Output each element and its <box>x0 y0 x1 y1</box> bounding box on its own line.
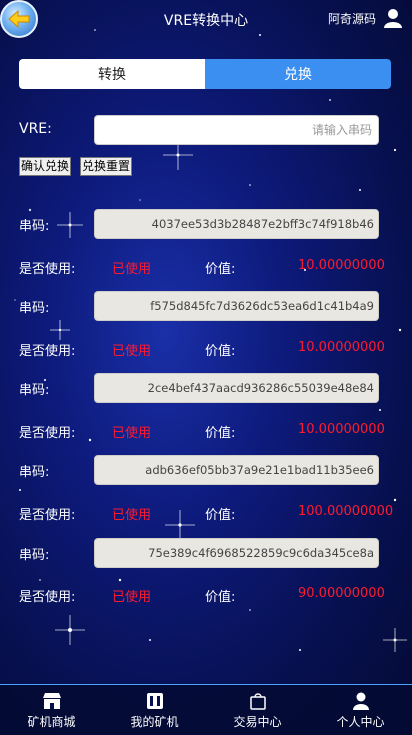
mode-segmented-control: 转换 兑换 <box>19 59 391 89</box>
vre-label: VRE: <box>19 121 52 137</box>
store-icon <box>42 693 61 709</box>
vre-code-input[interactable] <box>94 115 379 145</box>
used-label: 是否使用: <box>19 262 76 277</box>
nav-tab-my-miners[interactable]: 我的矿机 <box>103 685 206 735</box>
value-label: 价值: <box>205 344 236 359</box>
value-amount: 10.00000000 <box>298 340 385 355</box>
value-amount: 10.00000000 <box>298 258 385 273</box>
value-label: 价值: <box>205 262 236 277</box>
reset-redeem-button[interactable]: 兑换重置 <box>80 157 133 176</box>
value-label: 价值: <box>205 508 236 523</box>
code-value-field: 75e389c4f6968522859c9c6da345ce8a <box>94 538 379 568</box>
user-name-label: 阿奇源码 <box>327 11 376 26</box>
used-label: 是否使用: <box>19 426 76 441</box>
bag-icon <box>249 693 266 710</box>
used-label: 是否使用: <box>19 590 76 605</box>
nav-label: 矿机商城 <box>27 715 76 729</box>
bottom-nav: 矿机商城 我的矿机 交易中心 个人中心 <box>0 684 412 735</box>
code-label: 串码: <box>19 548 50 563</box>
person-icon <box>352 692 369 710</box>
confirm-redeem-button[interactable]: 确认兑换 <box>19 157 72 176</box>
value-label: 价值: <box>205 590 236 605</box>
top-header: VRE转换中心 阿奇源码 <box>0 0 412 40</box>
nav-label: 交易中心 <box>233 715 282 729</box>
tab-redeem[interactable]: 兑换 <box>205 59 391 89</box>
code-value-field: adb636ef05bb37a9e21e1bad11b35ee6 <box>94 455 379 485</box>
used-status: 已使用 <box>112 508 152 523</box>
used-label: 是否使用: <box>19 344 76 359</box>
tab-convert[interactable]: 转换 <box>19 59 205 89</box>
nav-label: 个人中心 <box>336 715 385 729</box>
code-value-field: f575d845fc7d3626dc53ea6d1c41b4a9 <box>94 291 379 321</box>
code-label: 串码: <box>19 465 50 480</box>
code-label: 串码: <box>19 383 50 398</box>
value-label: 价值: <box>205 426 236 441</box>
code-label: 串码: <box>19 301 50 316</box>
value-amount: 100.00000000 <box>298 504 394 519</box>
used-status: 已使用 <box>112 590 152 605</box>
used-status: 已使用 <box>112 344 152 359</box>
used-status: 已使用 <box>112 426 152 441</box>
starfield-background <box>14 29 407 652</box>
value-amount: 10.00000000 <box>298 422 385 437</box>
code-value-field: 2ce4bef437aacd936286c55039e48e84 <box>94 373 379 403</box>
nav-tab-trade-center[interactable]: 交易中心 <box>206 685 309 735</box>
code-label: 串码: <box>19 219 50 234</box>
value-amount: 90.00000000 <box>298 586 385 601</box>
header-user[interactable]: 阿奇源码 <box>328 8 402 28</box>
nav-label: 我的矿机 <box>130 715 179 729</box>
used-status: 已使用 <box>112 262 152 277</box>
miner-icon <box>146 693 163 709</box>
used-label: 是否使用: <box>19 508 76 523</box>
code-value-field: 4037ee53d3b28487e2bff3c74f918b46 <box>94 209 379 239</box>
nav-tab-personal-center[interactable]: 个人中心 <box>309 685 412 735</box>
user-icon <box>384 9 402 28</box>
nav-tab-miner-store[interactable]: 矿机商城 <box>0 685 103 735</box>
